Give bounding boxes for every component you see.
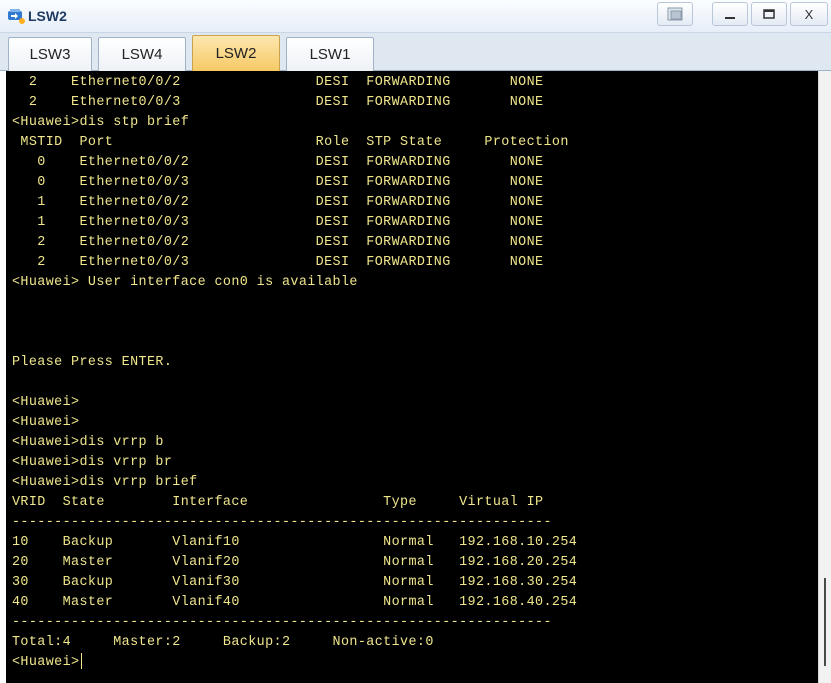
- close-button[interactable]: X: [790, 2, 828, 26]
- terminal-line: 2 Ethernet0/0/3 DESI FORWARDING NONE: [12, 95, 544, 110]
- terminal-line: 0 Ethernet0/0/3 DESI FORWARDING NONE: [12, 175, 544, 190]
- scrollbar-thumb[interactable]: [824, 578, 826, 666]
- tab-label: LSW4: [121, 46, 163, 63]
- title-bar: LSW2 X: [0, 0, 831, 33]
- terminal-line: <Huawei>: [12, 415, 80, 430]
- text-cursor: [80, 653, 82, 670]
- cli-terminal[interactable]: 2 Ethernet0/0/2 DESI FORWARDING NONE 2 E…: [6, 71, 818, 683]
- switch-app-icon: [8, 9, 25, 24]
- restore-view-button[interactable]: [657, 2, 693, 26]
- terminal-line: ----------------------------------------…: [12, 615, 552, 630]
- tab-label: LSW1: [309, 46, 351, 63]
- terminal-line: Total:4 Master:2 Backup:2 Non-active:0: [12, 635, 434, 650]
- terminal-line: Please Press ENTER.: [12, 355, 173, 370]
- terminal-line: <Huawei>dis stp brief: [12, 115, 190, 130]
- terminal-line: <Huawei> User interface con0 is availabl…: [12, 275, 358, 290]
- tab-lsw4[interactable]: LSW4: [98, 37, 186, 71]
- window-restore-icon: [667, 7, 683, 21]
- tab-label: LSW2: [215, 45, 257, 62]
- tab-lsw2[interactable]: LSW2: [192, 35, 280, 71]
- terminal-line: <Huawei>dis vrrp br: [12, 455, 173, 470]
- device-tab-bar: LSW3 LSW4 LSW2 LSW1: [0, 33, 831, 71]
- terminal-line: <Huawei>dis vrrp brief: [12, 475, 198, 490]
- terminal-line: 1 Ethernet0/0/2 DESI FORWARDING NONE: [12, 195, 544, 210]
- terminal-line: 1 Ethernet0/0/3 DESI FORWARDING NONE: [12, 215, 544, 230]
- tab-label: LSW3: [29, 46, 71, 63]
- tab-lsw1[interactable]: LSW1: [286, 37, 374, 71]
- terminal-line: 2 Ethernet0/0/3 DESI FORWARDING NONE: [12, 255, 544, 270]
- terminal-line: <Huawei>dis vrrp b: [12, 435, 164, 450]
- terminal-line: 0 Ethernet0/0/2 DESI FORWARDING NONE: [12, 155, 544, 170]
- tab-lsw3[interactable]: LSW3: [8, 37, 92, 71]
- window-title: LSW2: [28, 8, 67, 24]
- terminal-line: 20 Master Vlanif20 Normal 192.168.20.254: [12, 555, 578, 570]
- maximize-button[interactable]: [751, 2, 787, 26]
- minimize-button[interactable]: [712, 2, 748, 26]
- terminal-line: <Huawei>: [12, 395, 80, 410]
- minimize-icon: [725, 17, 735, 19]
- terminal-line: 30 Backup Vlanif30 Normal 192.168.30.254: [12, 575, 578, 590]
- terminal-line: ----------------------------------------…: [12, 515, 552, 530]
- terminal-line: VRID State Interface Type Virtual IP: [12, 495, 544, 510]
- terminal-line: <Huawei>: [12, 653, 82, 670]
- terminal-line: 2 Ethernet0/0/2 DESI FORWARDING NONE: [12, 235, 544, 250]
- close-icon: X: [804, 6, 814, 22]
- vertical-scrollbar[interactable]: [818, 71, 831, 683]
- terminal-line: 40 Master Vlanif40 Normal 192.168.40.254: [12, 595, 578, 610]
- terminal-line: MSTID Port Role STP State Protection: [12, 135, 569, 150]
- terminal-line: 2 Ethernet0/0/2 DESI FORWARDING NONE: [12, 75, 544, 90]
- terminal-line: 10 Backup Vlanif10 Normal 192.168.10.254: [12, 535, 578, 550]
- maximize-icon: [763, 9, 775, 19]
